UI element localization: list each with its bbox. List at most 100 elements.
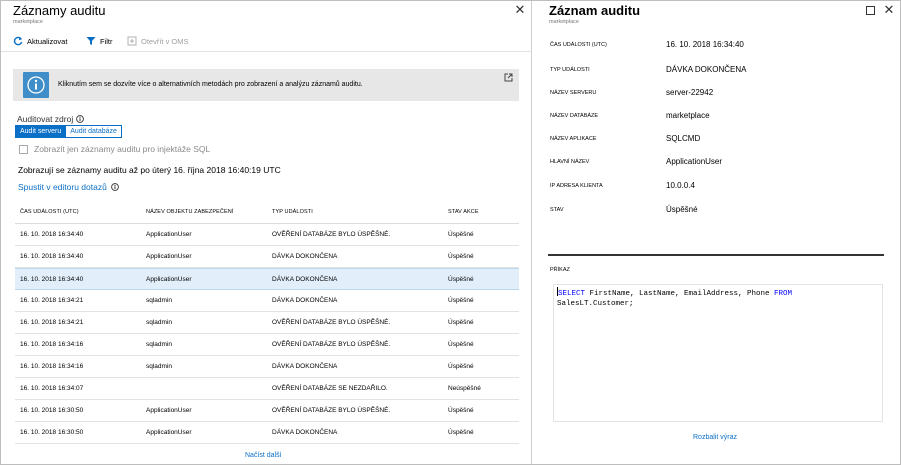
sql-text: FirstName, LastName, EmailAddress, Phone	[585, 290, 775, 298]
table-cell: ApplicationUser	[146, 429, 192, 436]
detail-subtitle: marketplace	[549, 19, 579, 25]
table-cell: Úspěšné	[448, 407, 474, 414]
divider	[548, 254, 884, 256]
field-value: ApplicationUser	[666, 157, 723, 166]
close-icon[interactable]: ✕	[513, 3, 527, 17]
oms-icon	[127, 36, 137, 46]
refresh-label: Aktualizovat	[27, 36, 68, 46]
table-cell: sqladmin	[146, 319, 173, 326]
filter-label: Filtr	[100, 36, 113, 46]
query-editor-label[interactable]: Spustit v editoru dotazů	[18, 182, 107, 192]
table-cell: DÁVKA DOKONČENA	[272, 429, 338, 436]
column-header[interactable]: TYP UDÁLOSTI	[272, 209, 313, 215]
sql-keyword: FROM	[774, 290, 793, 298]
sql-text: SalesLT.Customer;	[557, 300, 634, 308]
table-cell: ApplicationUser	[146, 231, 192, 238]
table-cell: Úspěšné	[448, 253, 474, 260]
table-row[interactable]: 16. 10. 2018 16:34:40 ApplicationUser DÁVK…	[15, 246, 519, 268]
close-icon[interactable]: ✕	[882, 3, 896, 17]
field-key: NÁZEV DATABÁZE	[550, 113, 599, 119]
blade-title: Záznamy auditu	[13, 3, 106, 18]
checkbox-box[interactable]	[19, 144, 28, 154]
table-cell: 16. 10. 2018 16:34:40	[20, 253, 84, 260]
audit-server-option[interactable]: Audit serveru	[15, 125, 67, 138]
table-row[interactable]: 16. 10. 2018 16:34:16 sqladmin OVĚŘENÍ DAT…	[15, 334, 519, 356]
detail-title: Záznam auditu	[549, 3, 641, 18]
field-key: STAV	[550, 207, 564, 213]
command-editor[interactable]: SELECT FirstName, LastName, EmailAddress…	[553, 284, 883, 422]
field-key: IP ADRESA KLIENTA	[550, 183, 603, 189]
table-cell: Úspěšné	[448, 231, 474, 238]
field-value: SQLCMD	[666, 134, 701, 143]
table-cell: 16. 10. 2018 16:34:07	[20, 385, 84, 392]
info-icon	[23, 72, 49, 98]
table-cell: Neúspěšné	[448, 385, 481, 392]
field-value: server-22942	[666, 88, 714, 97]
column-header[interactable]: STAV AKCE	[448, 209, 479, 215]
command-label: PŘÍKAZ	[550, 267, 570, 273]
checkbox-label: Zobrazit jen záznamy auditu pro injektáž…	[34, 144, 211, 154]
table-cell: sqladmin	[146, 363, 173, 370]
info-text: Kliknutím sem se dozvíte více o alternat…	[58, 81, 363, 88]
table-cell: DÁVKA DOKONČENA	[272, 363, 338, 370]
table-row[interactable]: 16. 10. 2018 16:30:50 ApplicationUser OVĚŘ…	[15, 400, 519, 422]
table-cell: OVĚŘENÍ DATABÁZE SE NEZDAŘILO.	[272, 385, 388, 392]
table-cell: sqladmin	[146, 297, 173, 304]
filter-icon	[86, 37, 96, 45]
table-cell: OVĚŘENÍ DATABÁZE BYLO ÚSPĚŠNÉ.	[272, 319, 391, 326]
table-cell: DÁVKA DOKONČENA	[272, 276, 338, 283]
info-banner[interactable]: Kliknutím sem se dozvíte více o alternat…	[13, 69, 519, 101]
field-key: NÁZEV SERVERU	[550, 90, 597, 96]
load-more-link[interactable]: Načíst další	[245, 452, 282, 459]
table-row[interactable]: 16. 10. 2018 16:30:50 ApplicationUser DÁVK…	[15, 422, 519, 444]
open-oms-button[interactable]: Otevřít v OMS	[127, 30, 189, 52]
maximize-icon[interactable]	[866, 6, 875, 15]
filter-button[interactable]: Filtr	[86, 30, 113, 52]
audit-source-label: Auditovat zdroj	[17, 114, 85, 124]
blade-subtitle: marketplace	[13, 19, 43, 25]
query-editor-link[interactable]: Spustit v editoru dotazů	[18, 182, 119, 192]
table-body: 16. 10. 2018 16:34:40 ApplicationUser OVĚŘ…	[15, 224, 519, 444]
refresh-icon	[13, 36, 23, 46]
table-cell: OVĚŘENÍ DATABÁZE BYLO ÚSPĚŠNÉ.	[272, 341, 391, 348]
audit-source-toggle: Audit serveru Audit databáze	[15, 125, 122, 138]
sql-injection-checkbox[interactable]: Zobrazit jen záznamy auditu pro injektáž…	[19, 144, 210, 154]
field-value: marketplace	[666, 111, 710, 120]
table-row[interactable]: 16. 10. 2018 16:34:16 sqladmin DÁVKA DOKON…	[15, 356, 519, 378]
table-row[interactable]: 16. 10. 2018 16:34:40 ApplicationUser OVĚŘ…	[15, 224, 519, 246]
refresh-button[interactable]: Aktualizovat	[13, 30, 67, 52]
audit-table: ČAS UDÁLOSTI (UTC) NÁZEV OBJEKTU ZABEZPE…	[15, 202, 519, 444]
field-value: 10.0.0.4	[666, 181, 695, 190]
table-row[interactable]: 16. 10. 2018 16:34:40 ApplicationUser DÁVK…	[15, 268, 519, 290]
table-cell: DÁVKA DOKONČENA	[272, 253, 338, 260]
field-key: ČAS UDÁLOSTI (UTC)	[550, 42, 607, 48]
table-cell: 16. 10. 2018 16:34:40	[20, 276, 84, 283]
table-cell: sqladmin	[146, 341, 173, 348]
audit-records-blade: Záznamy auditu marketplace ✕ Aktualizova…	[1, 1, 532, 464]
table-cell: Úspěšné	[448, 297, 474, 304]
audit-database-option[interactable]: Audit databáze	[66, 125, 122, 138]
table-row[interactable]: 16. 10. 2018 16:34:21 sqladmin DÁVKA DOKON…	[15, 290, 519, 312]
table-row[interactable]: 16. 10. 2018 16:34:07 OVĚŘENÍ DATABÁZE SE…	[15, 378, 519, 400]
table-cell: Úspěšné	[448, 319, 474, 326]
expand-expression-link[interactable]: Rozbalit výraz	[693, 434, 737, 441]
table-cell: DÁVKA DOKONČENA	[272, 297, 338, 304]
table-row[interactable]: 16. 10. 2018 16:34:21 sqladmin OVĚŘENÍ DAT…	[15, 312, 519, 334]
table-cell: 16. 10. 2018 16:30:50	[20, 429, 84, 436]
sql-keyword: SELECT	[558, 290, 586, 298]
table-cell: 16. 10. 2018 16:34:16	[20, 363, 84, 370]
table-cell: Úspěšné	[448, 363, 474, 370]
info-icon	[76, 115, 85, 123]
table-cell: OVĚŘENÍ DATABÁZE BYLO ÚSPĚŠNÉ.	[272, 231, 391, 238]
column-header[interactable]: NÁZEV OBJEKTU ZABEZPEČENÍ	[146, 209, 233, 215]
table-cell: 16. 10. 2018 16:34:21	[20, 319, 84, 326]
table-cell: ApplicationUser	[146, 253, 192, 260]
table-cell: ApplicationUser	[146, 407, 192, 414]
table-cell: OVĚŘENÍ DATABÁZE BYLO ÚSPĚŠNÉ.	[272, 407, 391, 414]
column-header[interactable]: ČAS UDÁLOSTI (UTC)	[20, 209, 79, 215]
field-value: DÁVKA DOKONČENA	[666, 65, 747, 74]
table-cell: 16. 10. 2018 16:34:16	[20, 341, 84, 348]
field-key: HLAVNÍ NÁZEV	[550, 159, 590, 165]
external-link-icon[interactable]	[504, 73, 513, 82]
audit-source-text: Auditovat zdroj	[17, 114, 74, 124]
